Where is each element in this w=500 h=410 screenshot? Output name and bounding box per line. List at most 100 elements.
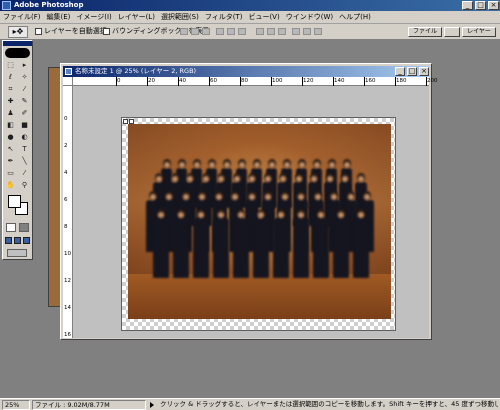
toolbox: ⬚ ▸ ℓ ✧ ⌗ ⁄ ✚ ✎ ♟ ✐ ◧ ■ ● ◐ ↖ T ✒ ╲ ▭ ⁄ … xyxy=(2,40,33,260)
distribute-left-icon[interactable] xyxy=(292,28,300,35)
pen-tool-icon[interactable]: ✒ xyxy=(4,156,17,167)
person-body xyxy=(333,218,349,278)
person-face xyxy=(357,176,364,182)
brush-tool-icon[interactable]: ✎ xyxy=(18,96,31,107)
jump-to-imageready-icon[interactable] xyxy=(7,249,27,257)
adobe-online-icon[interactable] xyxy=(5,48,30,58)
move-tool-icon[interactable]: ▸ xyxy=(18,60,31,71)
notes-tool-icon[interactable]: ▭ xyxy=(4,168,17,179)
foreground-color-swatch[interactable] xyxy=(8,195,21,208)
doc-maximize-icon[interactable]: □ xyxy=(407,67,417,76)
distribute-bottom-icon[interactable] xyxy=(278,28,286,35)
person-face xyxy=(198,212,204,218)
distribute-hcenter-icon[interactable] xyxy=(303,28,311,35)
person-face xyxy=(249,176,255,182)
eraser-tool-icon[interactable]: ◧ xyxy=(4,120,17,131)
align-hcenter-icon[interactable] xyxy=(227,28,235,35)
person-face xyxy=(218,176,224,182)
menu-image[interactable]: イメージ(I) xyxy=(73,11,114,24)
close-icon[interactable]: × xyxy=(488,1,499,10)
menu-filter[interactable]: フィルタ(T) xyxy=(202,11,246,24)
file-size-info[interactable]: ファイル : 9.02M/8.77M xyxy=(32,400,146,410)
history-brush-icon[interactable]: ✐ xyxy=(18,108,31,119)
screen-mode-full-icon[interactable] xyxy=(23,237,30,244)
path-select-icon[interactable]: ↖ xyxy=(4,144,17,155)
person-body xyxy=(233,218,249,278)
palette-tab-brush[interactable] xyxy=(444,27,460,37)
menu-layer[interactable]: レイヤー(L) xyxy=(115,11,158,24)
status-menu-arrow-icon[interactable] xyxy=(150,402,154,408)
person-face xyxy=(347,194,354,200)
healing-brush-icon[interactable]: ✚ xyxy=(4,96,17,107)
eyedropper-tool-icon[interactable]: ⁄ xyxy=(18,168,31,179)
person-face xyxy=(328,162,335,168)
person-face xyxy=(265,194,271,200)
ruler-h-tick xyxy=(240,77,241,86)
menu-window[interactable]: ウインドウ(W) xyxy=(283,11,336,24)
zoom-level[interactable]: 25% xyxy=(2,400,30,410)
options-bar: ▸✥ レイヤーを自動選択 バウンディングボックスを表示 ファイル レイヤー xyxy=(0,24,500,40)
bounding-box-checkbox[interactable] xyxy=(103,28,110,35)
distribute-top-icon[interactable] xyxy=(256,28,264,35)
person-face xyxy=(253,162,260,168)
canvas-area[interactable] xyxy=(73,86,429,338)
gradient-tool-icon[interactable]: ■ xyxy=(18,120,31,131)
magic-wand-tool-icon[interactable]: ✧ xyxy=(18,72,31,83)
align-vcenter-icon[interactable] xyxy=(191,28,199,35)
palette-tab-file[interactable]: ファイル xyxy=(408,27,442,37)
transparent-canvas[interactable] xyxy=(121,117,396,331)
standard-mode-icon[interactable] xyxy=(6,223,16,232)
person-body xyxy=(213,218,229,278)
zoom-tool-icon[interactable]: ⚲ xyxy=(18,180,31,191)
lasso-tool-icon[interactable]: ℓ xyxy=(4,72,17,83)
document-titlebar[interactable]: 名称未設定 1 @ 25% (レイヤー 2, RGB) xyxy=(63,66,429,77)
menu-select[interactable]: 選択範囲(S) xyxy=(158,11,202,24)
ruler-h-tick xyxy=(209,77,210,86)
screen-mode-standard-icon[interactable] xyxy=(5,237,12,244)
menu-edit[interactable]: 編集(E) xyxy=(44,11,74,24)
ruler-h-label: 160 xyxy=(365,78,376,84)
slice-tool-icon[interactable]: ⁄ xyxy=(18,84,31,95)
blur-tool-icon[interactable]: ● xyxy=(4,132,17,143)
align-top-icon[interactable] xyxy=(180,28,188,35)
quick-mask-icon[interactable] xyxy=(19,223,29,232)
group-photo-layer[interactable] xyxy=(128,124,391,319)
hand-tool-icon[interactable]: ✋ xyxy=(4,180,17,191)
ruler-v-label: 0 xyxy=(64,116,68,122)
doc-close-icon[interactable]: × xyxy=(419,67,429,76)
crop-tool-icon[interactable]: ⌗ xyxy=(4,84,17,95)
screen-mode-full-menu-icon[interactable] xyxy=(14,237,21,244)
app-title: Adobe Photoshop xyxy=(14,1,84,9)
menu-help[interactable]: ヘルプ(H) xyxy=(336,11,374,24)
align-bottom-icon[interactable] xyxy=(202,28,210,35)
maximize-icon[interactable]: □ xyxy=(475,1,486,10)
line-tool-icon[interactable]: ╲ xyxy=(18,156,31,167)
type-tool-icon[interactable]: T xyxy=(18,144,31,155)
palette-tab-layer[interactable]: レイヤー xyxy=(462,27,496,37)
person-face xyxy=(193,162,200,168)
align-right-icon[interactable] xyxy=(238,28,246,35)
align-left-icon[interactable] xyxy=(216,28,224,35)
auto-select-layer-checkbox[interactable] xyxy=(35,28,42,35)
marquee-tool-icon[interactable]: ⬚ xyxy=(4,60,17,71)
doc-minimize-icon[interactable]: _ xyxy=(395,67,405,76)
distribute-vcenter-icon[interactable] xyxy=(267,28,275,35)
minimize-icon[interactable]: _ xyxy=(462,1,473,10)
menu-file[interactable]: ファイル(F) xyxy=(0,11,44,24)
toolbox-header[interactable] xyxy=(3,41,32,46)
person-body xyxy=(353,218,369,278)
clone-stamp-icon[interactable]: ♟ xyxy=(4,108,17,119)
ruler-origin[interactable] xyxy=(63,77,73,86)
person-face xyxy=(187,176,193,182)
ruler-h-tick xyxy=(178,77,179,86)
ruler-h-label: 140 xyxy=(334,78,345,84)
person-face xyxy=(238,162,245,168)
move-tool-icon[interactable]: ▸✥ xyxy=(8,26,28,38)
ruler-h-label: 80 xyxy=(241,78,248,84)
ruler-h-tick xyxy=(364,77,365,86)
ruler-v-label: 4 xyxy=(64,170,68,176)
menu-view[interactable]: ビュー(V) xyxy=(245,11,282,24)
dodge-tool-icon[interactable]: ◐ xyxy=(18,132,31,143)
person-face xyxy=(171,176,178,182)
distribute-right-icon[interactable] xyxy=(314,28,322,35)
